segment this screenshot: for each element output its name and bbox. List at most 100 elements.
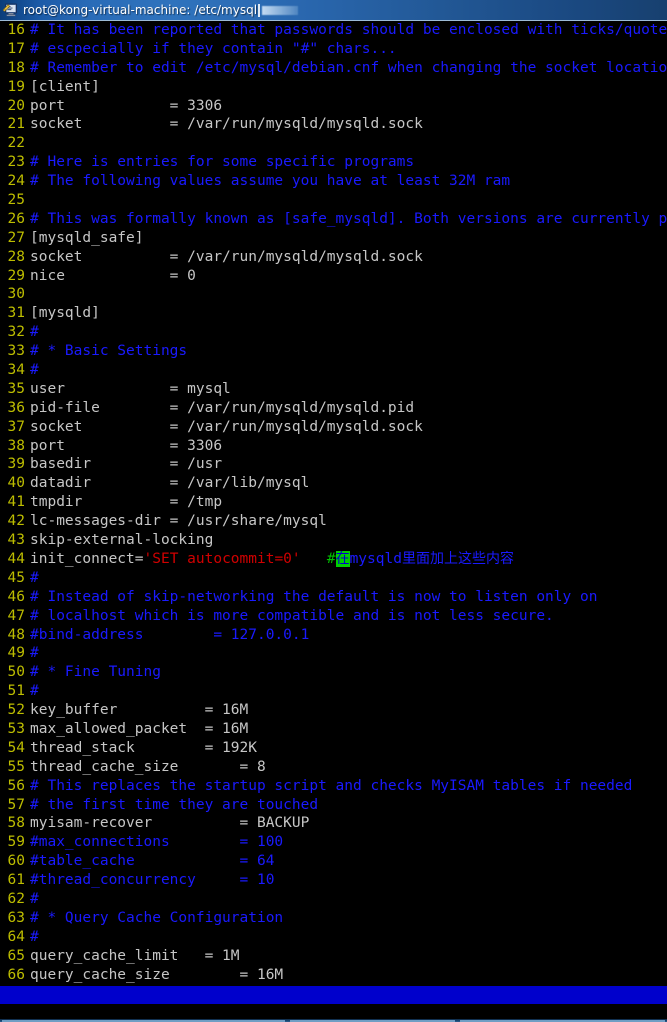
code-span: port = 3306 (30, 437, 223, 454)
editor-line[interactable]: 60 #table_cache = 64 (0, 852, 667, 871)
line-number: 53 (7, 720, 25, 737)
line-number: 17 (7, 40, 25, 57)
code-span: # (30, 928, 39, 945)
code-span: 'SET autocommit=0' (143, 550, 301, 567)
code-span: datadir = /var/lib/mysql (30, 475, 310, 492)
editor-line[interactable]: 59 #max_connections = 100 (0, 833, 667, 852)
editor-line[interactable]: 64 # (0, 928, 667, 947)
editor-line[interactable]: 23 # Here is entries for some specific pr… (0, 153, 667, 172)
editor-line[interactable]: 37 socket = /var/run/mysqld/mysqld.sock (0, 418, 667, 437)
window-titlebar[interactable]: root@kong-virtual-machine: /etc/mysql (0, 0, 667, 21)
editor-line[interactable]: 62 # (0, 890, 667, 909)
code-span: max_allowed_packet = 16M (30, 720, 249, 737)
editor-line[interactable]: 50 # * Fine Tuning (0, 663, 667, 682)
editor-line[interactable]: 39 basedir = /usr (0, 455, 667, 474)
code-span: port = 3306 (30, 97, 223, 114)
title-caret (258, 3, 261, 17)
editor-line[interactable]: 33 # * Basic Settings (0, 342, 667, 361)
editor-line[interactable]: 38 port = 3306 (0, 437, 667, 456)
code-span: # (326, 550, 336, 567)
editor-line[interactable]: 45 # (0, 569, 667, 588)
editor-line[interactable]: 54 thread_stack = 192K (0, 739, 667, 758)
editor-line[interactable]: 21 socket = /var/run/mysqld/mysqld.sock (0, 115, 667, 134)
editor-line[interactable]: 24 # The following values assume you have… (0, 172, 667, 191)
editor-line[interactable]: 32 # (0, 323, 667, 342)
vim-status-bar: [1] my.cnf[+] | format: unix | pwd: /etc… (0, 986, 667, 1004)
editor-line[interactable]: 16 # It has been reported that passwords … (0, 21, 667, 40)
code-span: # * Fine Tuning (30, 664, 161, 681)
line-number: 16 (7, 22, 25, 38)
line-number: 56 (7, 777, 25, 794)
code-span: socket = /var/run/mysqld/mysqld.sock (30, 248, 423, 265)
terminal-viewport[interactable]: 16 # It has been reported that passwords … (0, 21, 667, 1022)
editor-line[interactable]: 65 query_cache_limit = 1M (0, 947, 667, 966)
editor-line[interactable]: 63 # * Query Cache Configuration (0, 909, 667, 928)
code-span: # * Basic Settings (30, 343, 188, 360)
line-number: 58 (7, 815, 25, 832)
line-number: 41 (7, 494, 25, 511)
editor-line[interactable]: 25 (0, 191, 667, 210)
line-number: 44 (7, 550, 25, 567)
editor-line[interactable]: 52 key_buffer = 16M (0, 701, 667, 720)
editor-line[interactable]: 56 # This replaces the startup script and… (0, 777, 667, 796)
code-span: myisam-recover = BACKUP (30, 815, 310, 832)
editor-line[interactable]: 66 query_cache_size = 16M (0, 966, 667, 985)
line-number: 26 (7, 210, 25, 227)
code-span: #table_cache = 64 (30, 853, 275, 870)
editor-line[interactable]: 35 user = mysql (0, 380, 667, 399)
code-span: # (30, 683, 39, 700)
editor-line[interactable]: 48 #bind-address = 127.0.0.1 (0, 626, 667, 645)
line-number: 57 (7, 796, 25, 813)
editor-line[interactable]: 40 datadir = /var/lib/mysql (0, 474, 667, 493)
editor-line[interactable]: 51 # (0, 682, 667, 701)
line-number: 42 (7, 513, 25, 530)
editor-line[interactable]: 61 #thread_concurrency = 10 (0, 871, 667, 890)
line-number: 36 (7, 399, 25, 416)
editor-line[interactable]: 53 max_allowed_packet = 16M (0, 720, 667, 739)
editor-line[interactable]: 46 # Instead of skip-networking the defau… (0, 588, 667, 607)
editor-line[interactable]: 41 tmpdir = /tmp (0, 493, 667, 512)
editor-line[interactable]: 43 skip-external-locking (0, 531, 667, 550)
editor-line[interactable]: 27 [mysqld_safe] (0, 229, 667, 248)
editor-line[interactable]: 26 # This was formally known as [safe_mys… (0, 210, 667, 229)
editor-line[interactable]: 47 # localhost which is more compatible a… (0, 607, 667, 626)
line-number: 54 (7, 739, 25, 756)
line-number: 49 (7, 645, 25, 662)
window-title: root@kong-virtual-machine: /etc/mysql (23, 3, 258, 17)
code-span (301, 551, 327, 567)
code-span: basedir = /usr (30, 456, 223, 473)
editor-line[interactable]: 20 port = 3306 (0, 97, 667, 116)
code-span: #thread_concurrency = 10 (30, 872, 275, 889)
code-span: user = mysql (30, 380, 231, 397)
line-number: 21 (7, 116, 25, 133)
editor-line[interactable]: 30 (0, 285, 667, 304)
code-span: # (30, 890, 39, 907)
code-span: # Here is entries for some specific prog… (30, 154, 415, 171)
editor-line[interactable]: 49 # (0, 644, 667, 663)
editor-line[interactable]: 36 pid-file = /var/run/mysqld/mysqld.pid (0, 399, 667, 418)
editor-line[interactable]: 22 (0, 134, 667, 153)
code-span: # localhost which is more compatible and… (30, 607, 554, 624)
editor-line[interactable]: 34 # (0, 361, 667, 380)
editor-text-area[interactable]: 16 # It has been reported that passwords … (0, 21, 667, 1022)
editor-line[interactable]: 28 socket = /var/run/mysqld/mysqld.sock (0, 248, 667, 267)
line-number: 60 (7, 853, 25, 870)
text-cursor: 在 (335, 550, 350, 567)
editor-line[interactable]: 55 thread_cache_size = 8 (0, 758, 667, 777)
line-number: 20 (7, 97, 25, 114)
line-number: 30 (7, 286, 25, 303)
editor-line[interactable]: 31 [mysqld] (0, 304, 667, 323)
editor-line[interactable]: 19 [client] (0, 78, 667, 97)
editor-line[interactable]: 29 nice = 0 (0, 267, 667, 286)
editor-line[interactable]: 18 # Remember to edit /etc/mysql/debian.c… (0, 59, 667, 78)
editor-line[interactable]: 17 # escpecially if they contain "#" char… (0, 40, 667, 59)
code-span: # (30, 324, 39, 341)
line-number: 23 (7, 154, 25, 171)
line-number: 28 (7, 248, 25, 265)
line-number: 45 (7, 569, 25, 586)
editor-line[interactable]: 58 myisam-recover = BACKUP (0, 814, 667, 833)
code-span: nice = 0 (30, 267, 196, 284)
editor-line[interactable]: 44 init_connect='SET autocommit=0' #在mysq… (0, 550, 667, 569)
editor-line[interactable]: 42 lc-messages-dir = /usr/share/mysql (0, 512, 667, 531)
editor-line[interactable]: 57 # the first time they are touched (0, 796, 667, 815)
